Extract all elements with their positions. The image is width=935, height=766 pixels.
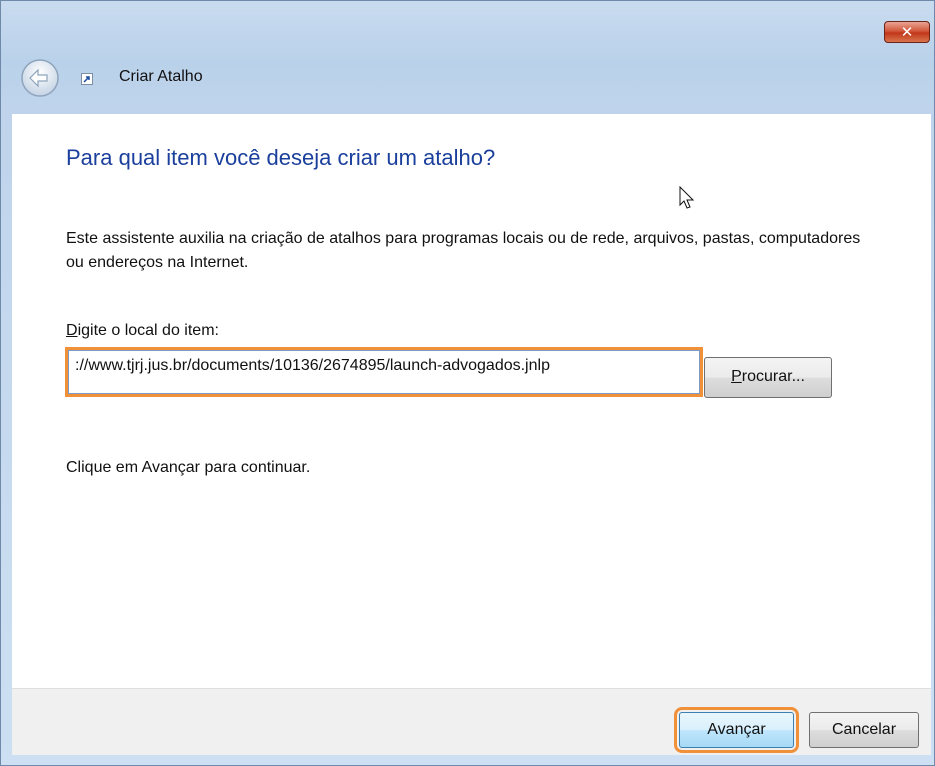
browse-button[interactable]: Procurar... — [704, 357, 832, 398]
browse-accesskey: P — [731, 368, 742, 385]
location-input[interactable]: ://www.tjrj.jus.br/documents/10136/26748… — [65, 347, 703, 397]
page-heading: Para qual item você deseja criar um atal… — [66, 145, 496, 170]
label-text: igite o local do item: — [77, 322, 219, 339]
continue-hint: Clique em Avançar para continuar. — [66, 459, 311, 476]
cancel-button[interactable]: Cancelar — [809, 712, 919, 748]
mouse-cursor-icon — [679, 186, 695, 209]
next-button[interactable]: Avançar — [674, 707, 799, 753]
label-accesskey: D — [66, 322, 78, 339]
back-arrow-icon[interactable] — [20, 58, 60, 98]
wizard-content: Para qual item você deseja criar um atal… — [12, 114, 931, 688]
close-button[interactable]: ✕ — [884, 21, 930, 43]
wizard-description: Este assistente auxilia na criação de at… — [66, 230, 861, 271]
window-title: Criar Atalho — [119, 68, 203, 85]
close-icon: ✕ — [900, 23, 914, 41]
browse-label: rocurar... — [741, 368, 805, 385]
wizard-footer: Avançar Cancelar — [12, 688, 931, 755]
shortcut-icon — [81, 73, 93, 85]
location-label: Digite o local do item: — [66, 322, 219, 340]
create-shortcut-window: ✕ Criar Atalho Para qual item você desej… — [0, 0, 935, 766]
